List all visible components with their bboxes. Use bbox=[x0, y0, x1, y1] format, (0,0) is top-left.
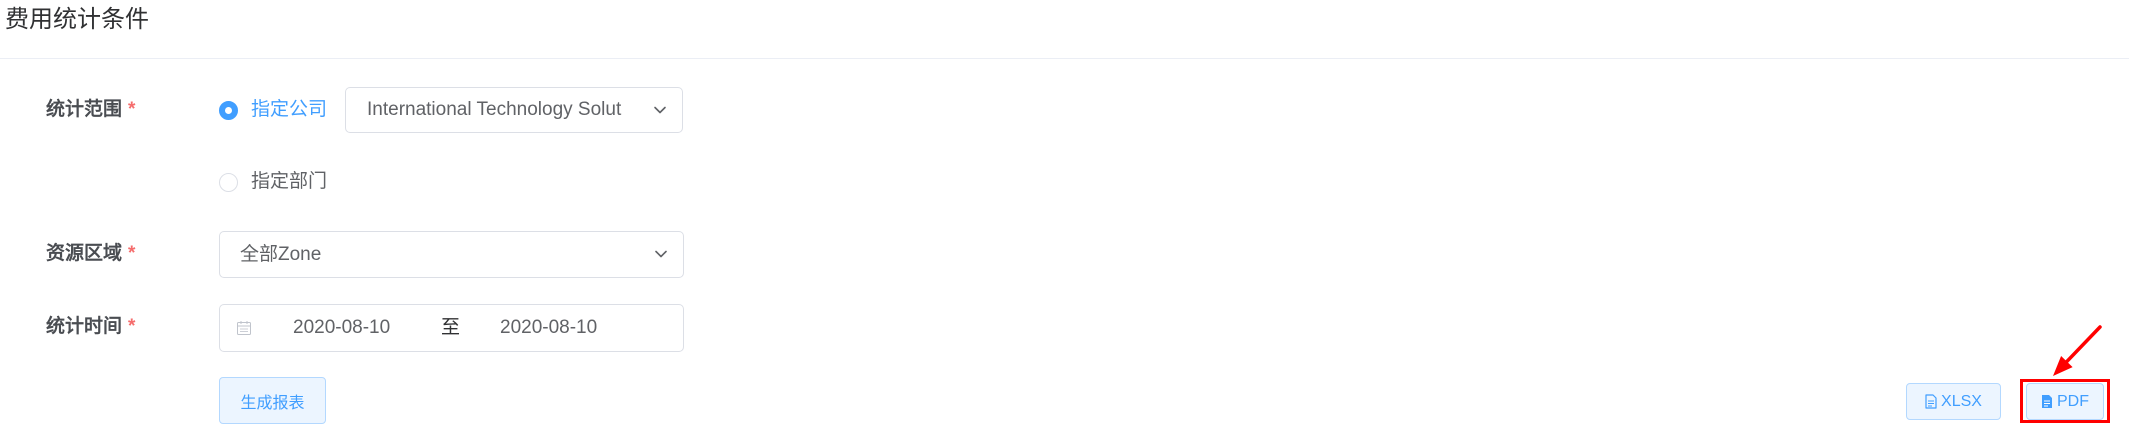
page-title: 费用统计条件 bbox=[5, 6, 149, 33]
generate-report-button[interactable]: 生成报表 bbox=[219, 377, 326, 424]
export-xlsx-label: XLSX bbox=[1941, 392, 1982, 410]
radio-option-company[interactable]: 指定公司 bbox=[219, 98, 327, 122]
radio-dot bbox=[225, 106, 232, 114]
radio-option-department[interactable]: 指定部门 bbox=[219, 170, 327, 194]
document-icon bbox=[1925, 394, 1937, 409]
chevron-down-icon bbox=[655, 250, 667, 258]
start-date-input[interactable]: 2020-08-10 bbox=[293, 305, 390, 351]
scope-label: 统计范围 * bbox=[46, 98, 135, 122]
company-select-value: International Technology Solut bbox=[367, 99, 622, 120]
required-mark: * bbox=[128, 99, 136, 120]
period-label: 统计时间 * bbox=[46, 315, 135, 339]
region-select-value: 全部Zone bbox=[240, 244, 322, 265]
region-label-text: 资源区域 bbox=[46, 243, 123, 264]
radio-button-company[interactable] bbox=[219, 100, 238, 120]
period-label-text: 统计时间 bbox=[46, 316, 123, 337]
export-xlsx-button[interactable]: XLSX bbox=[1906, 383, 2001, 420]
export-pdf-button[interactable]: PDF bbox=[2026, 383, 2104, 420]
radio-label-company[interactable]: 指定公司 bbox=[251, 98, 327, 122]
region-select[interactable]: 全部Zone bbox=[219, 231, 684, 278]
header-divider bbox=[0, 58, 2129, 59]
end-date-input[interactable]: 2020-08-10 bbox=[500, 305, 597, 351]
radio-label-department[interactable]: 指定部门 bbox=[251, 170, 327, 194]
region-label: 资源区域 * bbox=[46, 242, 135, 266]
date-range-separator: 至 bbox=[441, 317, 461, 338]
calendar-icon bbox=[237, 321, 251, 335]
company-select[interactable]: International Technology Solut bbox=[345, 87, 683, 133]
required-mark: * bbox=[128, 243, 136, 264]
date-range-picker[interactable]: 2020-08-10 至 2020-08-10 bbox=[219, 304, 684, 352]
radio-button-department[interactable] bbox=[219, 172, 238, 192]
export-pdf-label: PDF bbox=[2057, 392, 2089, 410]
required-mark: * bbox=[128, 316, 136, 337]
scope-label-text: 统计范围 bbox=[46, 99, 123, 120]
annotation-arrow bbox=[2053, 325, 2102, 376]
pdf-document-icon bbox=[2042, 395, 2052, 408]
chevron-down-icon bbox=[654, 106, 666, 114]
